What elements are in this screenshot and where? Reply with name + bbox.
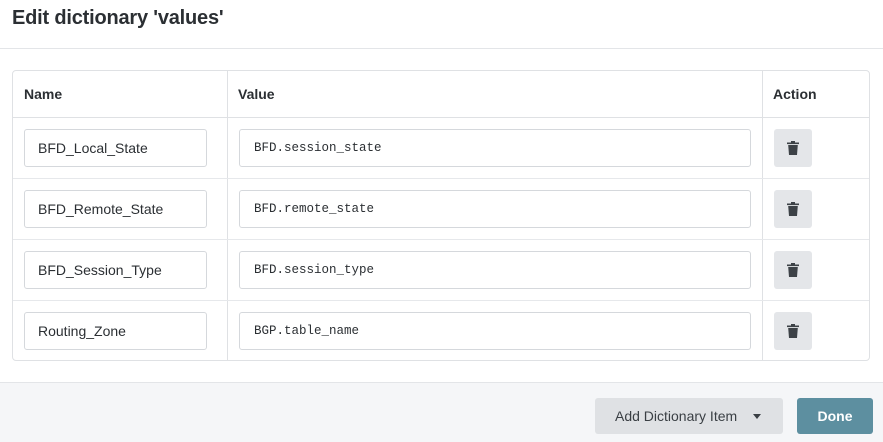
add-dictionary-item-label: Add Dictionary Item [615,408,738,424]
table-header: Name Value Action [13,71,869,118]
dictionary-table: Name Value Action [12,70,870,361]
name-input[interactable] [24,251,207,289]
header-value: Value [238,86,275,102]
header-name: Name [24,86,63,102]
name-input[interactable] [24,190,207,228]
value-input[interactable] [239,312,751,350]
trash-icon [787,141,799,155]
name-input[interactable] [24,129,207,167]
delete-row-button[interactable] [774,251,812,289]
table-row [13,179,869,240]
value-input[interactable] [239,251,751,289]
trash-icon [787,263,799,277]
header-action: Action [773,86,817,102]
done-button[interactable]: Done [797,398,873,434]
delete-row-button[interactable] [774,129,812,167]
name-input[interactable] [24,312,207,350]
table-row [13,118,869,179]
table-row [13,240,869,301]
add-dictionary-item-button[interactable]: Add Dictionary Item [595,398,783,434]
delete-row-button[interactable] [774,312,812,350]
delete-row-button[interactable] [774,190,812,228]
dialog-footer: Add Dictionary Item Done [0,382,883,442]
dialog-title: Edit dictionary 'values' [12,7,224,29]
table-row [13,301,869,360]
caret-down-icon [753,414,761,419]
dialog-header: Edit dictionary 'values' [0,0,883,49]
value-input[interactable] [239,129,751,167]
value-input[interactable] [239,190,751,228]
trash-icon [787,324,799,338]
trash-icon [787,202,799,216]
